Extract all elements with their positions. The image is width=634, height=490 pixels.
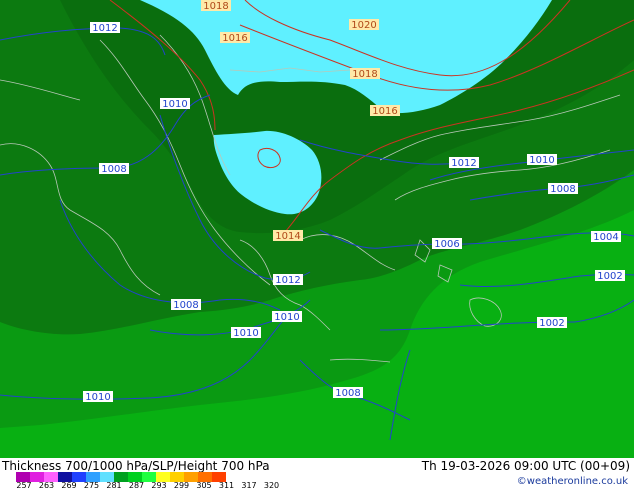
legend-tick-label: 299 xyxy=(173,481,190,490)
isobar-label: 1002 xyxy=(597,271,622,282)
isobar-label: 1008 xyxy=(335,388,360,399)
isobar-label: 1016 xyxy=(222,33,247,44)
legend-tick-label: 269 xyxy=(61,481,77,490)
isobar-label: 1008 xyxy=(550,184,575,195)
legend-tick-label: 257 xyxy=(16,481,32,490)
map-datetime: Th 19-03-2026 09:00 UTC (00+09) xyxy=(421,459,630,473)
isobar-label: 1014 xyxy=(275,231,300,242)
isobar-label: 1016 xyxy=(372,106,397,117)
isobar-label: 1008 xyxy=(101,164,126,175)
map-title: Thickness 700/1000 hPa/SLP/Height 700 hP… xyxy=(2,459,270,473)
isobar-label: 1012 xyxy=(275,275,300,286)
weather-map: 1018 1020 1012 1016 1018 1016 1010 1008 … xyxy=(0,0,634,458)
legend-tick-label: 287 xyxy=(128,481,145,490)
isobar-label: 1010 xyxy=(162,99,187,110)
legend-tick-label: 311 xyxy=(218,481,235,490)
isobar-label: 1010 xyxy=(274,312,299,323)
isobar-label: 1010 xyxy=(233,328,258,339)
legend-tick-label: 293 xyxy=(151,481,167,490)
isobar-label: 1008 xyxy=(173,300,198,311)
isobar-label: 1012 xyxy=(451,158,476,169)
isobar-label: 1012 xyxy=(92,23,117,34)
isobar-label: 1020 xyxy=(351,20,376,31)
legend-tick-label: 320 xyxy=(263,481,280,490)
isobar-label: 1010 xyxy=(529,155,554,166)
legend-ticks: 257 263 269 275 281 287 293 299 305 311 317 320 xyxy=(0,481,330,490)
legend-tick-label: 317 xyxy=(241,481,257,490)
legend-tick-label: 275 xyxy=(83,481,100,490)
isobar-label: 1018 xyxy=(352,69,377,80)
isobar-label: 1010 xyxy=(85,392,110,403)
legend-tick-label: 281 xyxy=(106,481,122,490)
isobar-label: 1018 xyxy=(203,1,228,12)
map-footer: Thickness 700/1000 hPa/SLP/Height 700 hP… xyxy=(0,458,634,490)
credit-link[interactable]: ©weatheronline.co.uk xyxy=(517,476,628,487)
legend-tick-label: 263 xyxy=(38,481,55,490)
isobar-label: 1006 xyxy=(434,239,459,250)
isobar-label: 1004 xyxy=(593,232,618,243)
legend-tick-label: 305 xyxy=(196,481,212,490)
isobar-label: 1002 xyxy=(539,318,564,329)
